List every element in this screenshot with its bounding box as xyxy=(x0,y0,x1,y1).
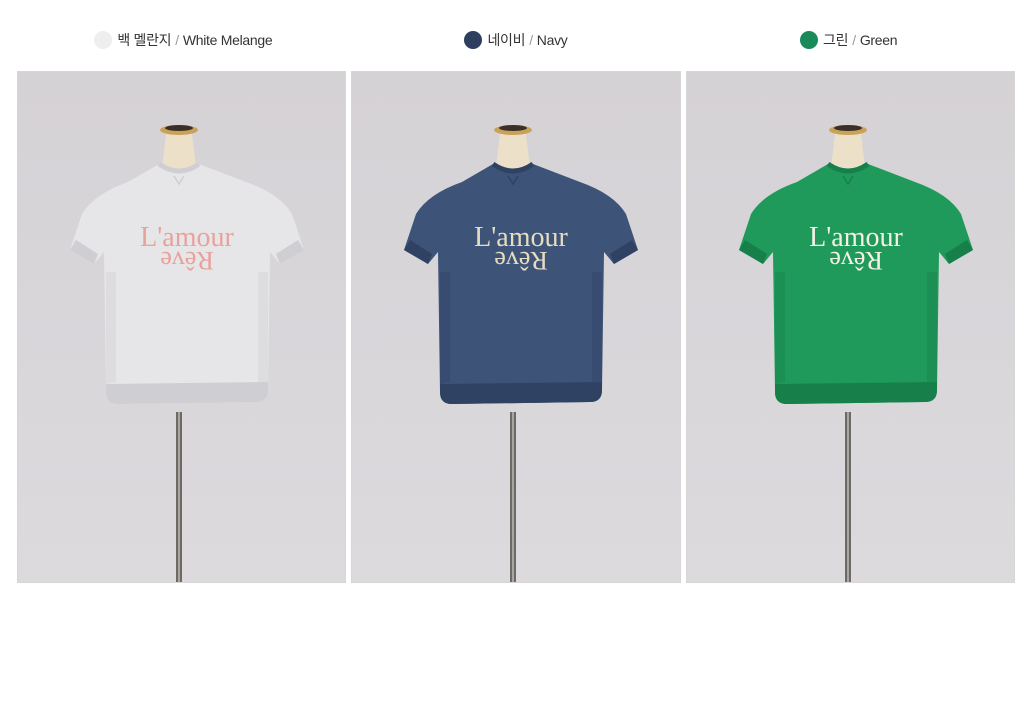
print-text-reve: Rêve xyxy=(495,246,548,275)
tshirt-hem-band xyxy=(106,382,268,404)
color-option-green[interactable]: 그린 / Green xyxy=(682,26,1015,54)
tshirt-hem-band xyxy=(774,382,937,404)
navy-swatch-icon xyxy=(464,31,483,49)
print-text-reve: Rêve xyxy=(160,246,213,275)
color-label-en: Green xyxy=(859,32,898,48)
mannequin-tshirt-image: L'amourRêve xyxy=(18,72,346,582)
label-separator: / xyxy=(852,32,856,48)
label-separator: / xyxy=(175,32,179,48)
color-label-kr: 네이비 xyxy=(487,32,526,48)
white-melange-swatch-icon xyxy=(94,31,113,49)
product-photo-green: L'amour Rêve xyxy=(685,71,1015,583)
color-options-row: 백 멜란지 / White Melange 네이비 / Navy 그린 / Gr… xyxy=(17,26,1015,54)
mannequin-tshirt-image: L'amourRêve xyxy=(686,72,1014,582)
label-separator: / xyxy=(529,32,533,48)
color-option-navy[interactable]: 네이비 / Navy xyxy=(350,26,683,54)
green-swatch-icon xyxy=(800,31,819,49)
product-photo-navy: L'amour Rêve xyxy=(351,71,681,583)
color-label-kr: 백 멜란지 xyxy=(117,32,172,48)
color-label-en: Navy xyxy=(536,32,568,48)
product-photo-white-melange: L'amour Rêve xyxy=(17,71,347,583)
product-photos: L'amour Rêve L'amour Rêve L'amour Rêve xyxy=(17,71,1015,583)
color-label-en: White Melange xyxy=(182,32,273,48)
mannequin-tshirt-image: L'amourRêve xyxy=(352,72,680,582)
tshirt-hem-band xyxy=(440,382,603,404)
color-option-white-melange[interactable]: 백 멜란지 / White Melange xyxy=(17,26,350,54)
print-text-reve: Rêve xyxy=(829,246,882,275)
color-label-kr: 그린 xyxy=(823,32,849,48)
